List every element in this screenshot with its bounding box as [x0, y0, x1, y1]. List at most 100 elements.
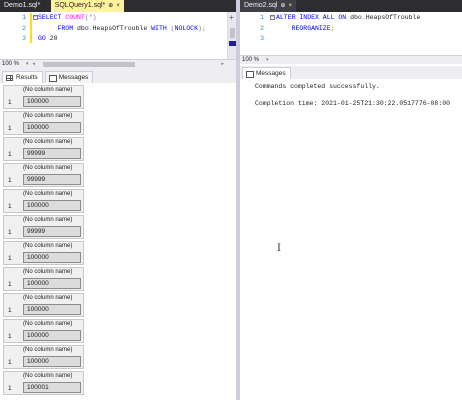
column-header[interactable]: (No column name): [23, 217, 72, 223]
result-grid[interactable]: (No column name) 1 100000: [3, 293, 84, 317]
code-token: dbo: [350, 14, 362, 21]
column-header[interactable]: (No column name): [23, 139, 72, 145]
row-number: 1: [8, 281, 12, 288]
code-token: NOLOCK: [174, 24, 198, 32]
code-line[interactable]: SELECT COUNT(*): [38, 14, 97, 21]
code-token: WITH: [151, 24, 171, 32]
scroll-thumb[interactable]: [43, 61, 136, 67]
pin-icon[interactable]: ⊕: [280, 0, 285, 12]
document-tab[interactable]: Demo2.sql ⊕ ×: [240, 0, 297, 12]
pin-icon[interactable]: ⊕: [108, 0, 113, 12]
code-token: HeapsOfTrouble: [365, 14, 421, 21]
column-header[interactable]: (No column name): [23, 243, 72, 249]
close-icon[interactable]: ×: [116, 0, 120, 12]
scroll-right-icon[interactable]: ▸: [221, 61, 224, 67]
result-cell[interactable]: 100001: [23, 382, 81, 393]
result-grid[interactable]: (No column name) 1 100000: [3, 345, 84, 369]
column-header[interactable]: (No column name): [23, 87, 72, 93]
change-marker: [30, 13, 32, 43]
result-cell[interactable]: 100000: [23, 304, 81, 315]
scroll-thumb[interactable]: [230, 28, 235, 38]
code-token: HeapsOfTrouble: [92, 24, 152, 32]
result-cell[interactable]: 99999: [23, 148, 81, 159]
column-header[interactable]: (No column name): [23, 295, 72, 301]
line-number: 3: [260, 35, 264, 42]
zoom-level[interactable]: 100 %: [0, 61, 26, 67]
column-header[interactable]: (No column name): [23, 321, 72, 327]
code-token: );: [197, 24, 206, 32]
line-number: 2: [22, 24, 26, 32]
results-grid-area[interactable]: (No column name) 1 100000 (No column name) 1…: [0, 83, 236, 400]
column-header[interactable]: (No column name): [23, 347, 72, 353]
right-tab-bar: Demo2.sql ⊕ ×: [240, 0, 462, 12]
collapse-icon[interactable]: −: [270, 15, 275, 20]
row-number: 1: [8, 99, 12, 106]
row-number: 1: [8, 359, 12, 366]
left-code-editor[interactable]: − + 1 SELECT COUNT(*) 2 FROM dbo.HeapsOfTr…: [0, 12, 236, 59]
close-icon[interactable]: ×: [289, 0, 293, 12]
result-grid[interactable]: (No column name) 1 100001: [3, 371, 84, 395]
messages-output[interactable]: I Commands completed successfully. Comple…: [240, 79, 462, 400]
close-icon[interactable]: ×: [43, 0, 47, 12]
column-header[interactable]: (No column name): [23, 373, 72, 379]
row-number: 1: [8, 177, 12, 184]
code-token: dbo: [77, 24, 89, 32]
result-cell[interactable]: 100000: [23, 122, 81, 133]
result-grid[interactable]: (No column name) 1 99999: [3, 163, 84, 187]
result-cell[interactable]: 100000: [23, 200, 81, 211]
message-tabs: Messages: [240, 66, 462, 79]
row-number: 1: [8, 125, 12, 132]
result-grid[interactable]: (No column name) 1 100000: [3, 319, 84, 343]
right-zoom-bar: 100 % ▾: [240, 55, 462, 64]
result-cell[interactable]: 99999: [23, 226, 81, 237]
result-cell[interactable]: 100000: [23, 356, 81, 367]
messages-icon: [246, 70, 254, 78]
result-grid[interactable]: (No column name) 1 100000: [3, 189, 84, 213]
document-tab[interactable]: SQLQuery1.sql* ⊕ ×: [50, 0, 124, 12]
tab-label: Demo2.sql: [244, 2, 278, 9]
row-number: 1: [8, 333, 12, 340]
code-line[interactable]: FROM dbo.HeapsOfTrouble WITH (NOLOCK);: [38, 25, 206, 32]
code-token: GO: [38, 35, 50, 42]
editor-vertical-scrollbar[interactable]: +: [227, 12, 236, 59]
column-header[interactable]: (No column name): [23, 113, 72, 119]
document-tab[interactable]: Demo1.sql* ×: [0, 0, 51, 12]
result-grid[interactable]: (No column name) 1 100000: [3, 85, 84, 109]
code-token: SELECT: [38, 14, 66, 21]
left-tab-bar: Demo1.sql* × SQLQuery1.sql* ⊕ ×: [0, 0, 236, 12]
add-icon[interactable]: +: [229, 13, 234, 22]
code-line[interactable]: ALTER INDEX ALL ON dbo.HeapsOfTrouble: [276, 14, 420, 21]
right-code-editor[interactable]: − 1 ALTER INDEX ALL ON dbo.HeapsOfTrouble…: [240, 12, 462, 55]
column-header[interactable]: (No column name): [23, 165, 72, 171]
result-grid[interactable]: (No column name) 1 99999: [3, 137, 84, 161]
message-line: Completion time: 2021-01-25T21:30:22.051…: [255, 100, 451, 107]
zoom-level[interactable]: 100 %: [240, 57, 266, 63]
code-line[interactable]: REORGANIZE;: [276, 25, 335, 32]
tab-messages[interactable]: Messages: [242, 67, 291, 79]
chevron-down-icon[interactable]: ▾: [266, 57, 269, 63]
tab-results[interactable]: Results: [2, 71, 43, 83]
result-grid[interactable]: (No column name) 1 100000: [3, 241, 84, 265]
row-number: 1: [8, 151, 12, 158]
i-beam-cursor-icon: I: [277, 243, 281, 254]
result-grid[interactable]: (No column name) 1 99999: [3, 215, 84, 239]
code-token: (*): [84, 14, 97, 21]
editor-horizontal-scrollbar[interactable]: [35, 61, 211, 67]
result-cell[interactable]: 99999: [23, 174, 81, 185]
result-grid[interactable]: (No column name) 1 100000: [3, 267, 84, 291]
result-cell[interactable]: 100000: [23, 278, 81, 289]
code-line[interactable]: GO 20: [38, 35, 58, 42]
grid-icon: [6, 74, 13, 81]
result-cell[interactable]: 100000: [23, 96, 81, 107]
result-cell[interactable]: 100000: [23, 252, 81, 263]
result-grid[interactable]: (No column name) 1 100000: [3, 111, 84, 135]
column-header[interactable]: (No column name): [23, 269, 72, 275]
tab-messages[interactable]: Messages: [44, 71, 94, 83]
result-cell[interactable]: 100000: [23, 330, 81, 341]
chevron-down-icon[interactable]: ▾: [26, 61, 29, 67]
left-query-pane: Demo1.sql* × SQLQuery1.sql* ⊕ × − + 1 SELECT …: [0, 0, 236, 400]
column-header[interactable]: (No column name): [23, 191, 72, 197]
code-token: ALTER INDEX ALL ON: [276, 14, 351, 21]
scroll-position-marker: [229, 41, 236, 46]
row-number: 1: [8, 255, 12, 262]
